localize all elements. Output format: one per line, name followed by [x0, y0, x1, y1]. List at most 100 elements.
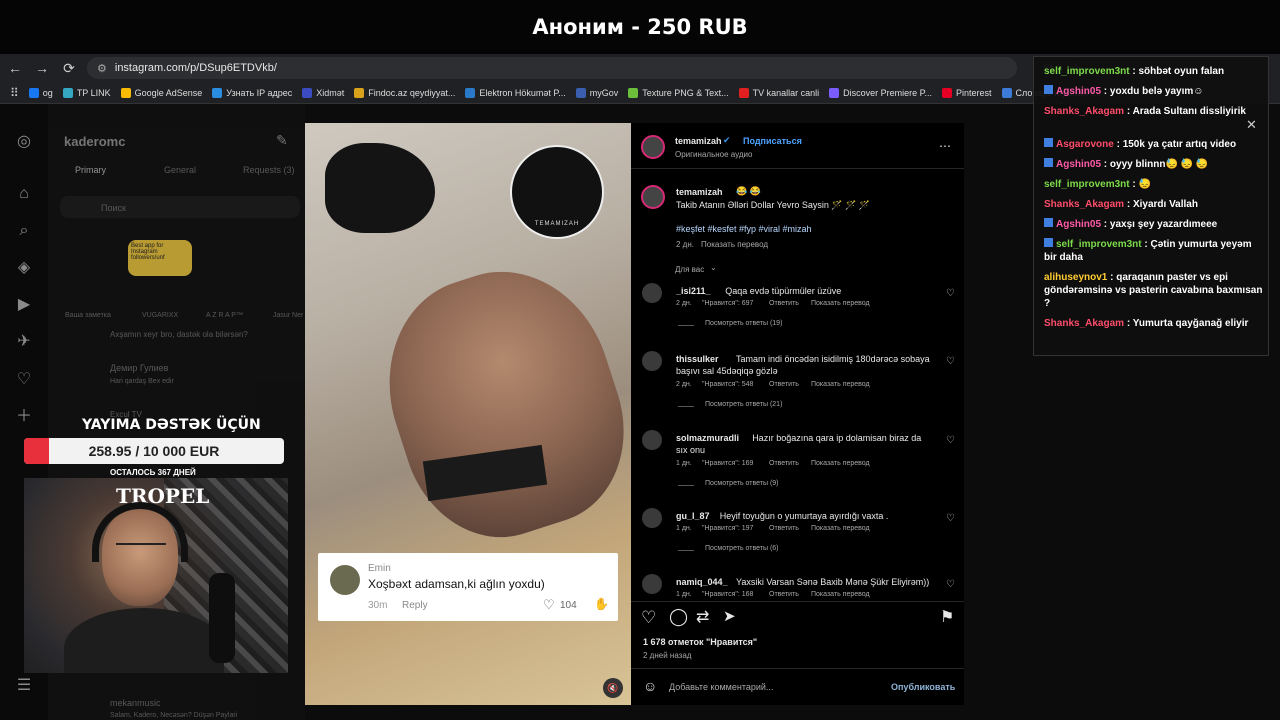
hashtags[interactable]: #keşfet #kesfet #fyp #viral #mizah — [676, 224, 812, 234]
bookmark-item[interactable]: Google AdSense — [120, 87, 202, 98]
bookmark-item[interactable]: Elektron Hökumət P... — [465, 87, 566, 98]
comment-avatar[interactable] — [642, 574, 662, 594]
create-icon[interactable]: ＋ — [14, 407, 34, 427]
comment-reply-button[interactable]: Ответить — [769, 381, 799, 388]
messages-icon[interactable]: ✈ — [14, 332, 34, 352]
dm-name[interactable]: Демир Гулиев — [110, 363, 168, 373]
view-replies[interactable]: Посмотреть ответы (19) — [705, 320, 782, 327]
bookmark-item[interactable]: Texture PNG & Text... — [628, 87, 729, 98]
video-comment-card[interactable]: Emin Xoşbəxt adamsan,ki ağlın yoxdu) 30m… — [318, 553, 618, 621]
comment-like-icon[interactable]: ♡ — [946, 435, 955, 446]
view-replies[interactable]: Посмотреть ответы (21) — [705, 401, 782, 408]
comment-likes[interactable]: "Нравится": 697 — [702, 300, 753, 307]
comment-like-icon[interactable]: ♡ — [946, 513, 955, 524]
new-message-icon[interactable]: ✎ — [276, 132, 288, 149]
notifications-icon[interactable]: ♡ — [14, 370, 34, 390]
audio-label[interactable]: Оригинальное аудио — [675, 150, 752, 159]
emoji-icon[interactable]: ☺ — [643, 678, 657, 694]
publish-button[interactable]: Опубликовать — [891, 682, 955, 692]
share-icon[interactable]: ⇄ — [696, 607, 709, 627]
comment-username[interactable]: gu_l_87 — [676, 511, 710, 521]
chat-username[interactable]: Agshin05 — [1056, 86, 1101, 97]
apps-icon[interactable]: ⠿ — [10, 86, 19, 100]
chat-username[interactable]: Agshin05 — [1056, 219, 1101, 230]
tab-requests[interactable]: Requests (3) — [243, 165, 295, 175]
dm-username[interactable]: kaderomc — [64, 134, 125, 149]
comment-avatar[interactable] — [642, 508, 662, 528]
comment-likes[interactable]: "Нравится": 169 — [702, 460, 753, 467]
view-replies[interactable]: Посмотреть ответы (9) — [705, 480, 779, 487]
comment-username[interactable]: thissulker — [676, 354, 719, 364]
chat-username[interactable]: Agshin05 — [1056, 159, 1101, 170]
author-name[interactable]: temamizah — [675, 136, 722, 146]
like-icon[interactable]: ♡ — [641, 608, 656, 628]
back-icon[interactable]: ← — [3, 56, 27, 80]
comment-reply-button[interactable]: Ответить — [769, 460, 799, 467]
chat-username[interactable]: Asgarovone — [1056, 139, 1114, 150]
bookmark-item[interactable]: TP LINK — [62, 87, 111, 98]
follow-button[interactable]: Подписаться — [743, 136, 802, 146]
chat-username[interactable]: Shanks_Akagam — [1044, 106, 1124, 117]
author-avatar[interactable] — [641, 185, 665, 209]
dislike-icon[interactable]: ✋ — [594, 597, 609, 611]
more-options-icon[interactable]: ⋯ — [939, 139, 951, 153]
reels-icon[interactable]: ▶ — [14, 295, 34, 315]
comment-likes[interactable]: "Нравится": 548 — [702, 381, 753, 388]
comment-likes[interactable]: "Нравится": 168 — [702, 591, 753, 598]
bookmark-item[interactable]: Узнать IP адрес — [212, 87, 292, 98]
comment-username[interactable]: namiq_044_ — [676, 577, 728, 587]
chat-username[interactable]: self_improvem3nt — [1056, 239, 1142, 250]
bookmark-item[interactable]: Xidmət — [302, 87, 344, 98]
note-bubble[interactable]: Best app for Instagram followers/unf — [128, 240, 192, 276]
comment-translate[interactable]: Показать перевод — [811, 300, 870, 307]
comment-reply-button[interactable]: Ответить — [769, 525, 799, 532]
close-icon[interactable]: ✕ — [1246, 117, 1257, 133]
tab-primary[interactable]: Primary — [75, 165, 106, 175]
tab-general[interactable]: General — [164, 165, 196, 175]
comment-username[interactable]: solmazmuradli — [676, 433, 739, 443]
address-field[interactable]: ⚙ instagram.com/p/DSup6ETDVkb/ — [87, 57, 1017, 79]
show-translation[interactable]: Показать перевод — [701, 240, 768, 249]
comment-translate[interactable]: Показать перевод — [811, 460, 870, 467]
caption-author[interactable]: temamizah — [676, 187, 723, 197]
search-icon[interactable]: ⌕ — [14, 221, 34, 241]
dm-search-input[interactable] — [60, 196, 300, 218]
comment-reply[interactable]: Reply — [402, 600, 428, 611]
bookmark-item[interactable]: Findoc.az qeydiyyat... — [354, 87, 455, 98]
chat-username[interactable]: alihuseynov1 — [1044, 272, 1107, 283]
dm-name[interactable]: mekanmusic — [110, 698, 161, 708]
comment-username[interactable]: _isi211_ — [676, 286, 711, 296]
comment-icon[interactable]: ◯ — [669, 607, 688, 627]
post-video[interactable]: TEMAMIZAH Emin Xoşbəxt adamsan,ki ağlın … — [305, 123, 631, 705]
comment-reply-button[interactable]: Ответить — [769, 300, 799, 307]
chat-username[interactable]: self_improvem3nt — [1044, 66, 1130, 77]
bookmark-item[interactable]: og — [28, 87, 53, 98]
save-icon[interactable]: ⚑ — [940, 607, 954, 627]
view-replies[interactable]: Посмотреть ответы (6) — [705, 545, 779, 552]
instagram-logo-icon[interactable]: ◎ — [14, 132, 34, 152]
author-avatar[interactable] — [641, 135, 665, 159]
comment-likes[interactable]: "Нравится": 197 — [702, 525, 753, 532]
comment-translate[interactable]: Показать перевод — [811, 525, 870, 532]
reload-icon[interactable]: ⟳ — [57, 56, 81, 80]
likes-count[interactable]: 1 678 отметок "Нравится" — [643, 637, 757, 647]
send-icon[interactable]: ➤ — [723, 607, 736, 625]
forward-icon[interactable]: → — [30, 56, 54, 80]
like-icon[interactable]: ♡ — [543, 597, 555, 613]
site-info-icon[interactable]: ⚙ — [97, 62, 107, 75]
chat-username[interactable]: Shanks_Akagam — [1044, 318, 1124, 329]
bookmark-item[interactable]: Discover Premiere P... — [829, 87, 932, 98]
threads-icon[interactable]: ☰ — [14, 676, 34, 696]
bookmark-item[interactable]: TV kanallar canli — [738, 87, 819, 98]
comment-translate[interactable]: Показать перевод — [811, 591, 870, 598]
comment-avatar[interactable] — [642, 430, 662, 450]
mute-icon[interactable]: 🔇 — [603, 678, 623, 698]
comments-filter[interactable]: Для вас — [675, 265, 704, 274]
comment-reply-button[interactable]: Ответить — [769, 591, 799, 598]
bookmark-item[interactable]: Pinterest — [942, 87, 992, 98]
comment-like-icon[interactable]: ♡ — [946, 356, 955, 367]
chat-username[interactable]: self_improvem3nt — [1044, 179, 1130, 190]
chat-username[interactable]: Shanks_Akagam — [1044, 199, 1124, 210]
home-icon[interactable]: ⌂ — [14, 184, 34, 204]
comment-avatar[interactable] — [642, 351, 662, 371]
